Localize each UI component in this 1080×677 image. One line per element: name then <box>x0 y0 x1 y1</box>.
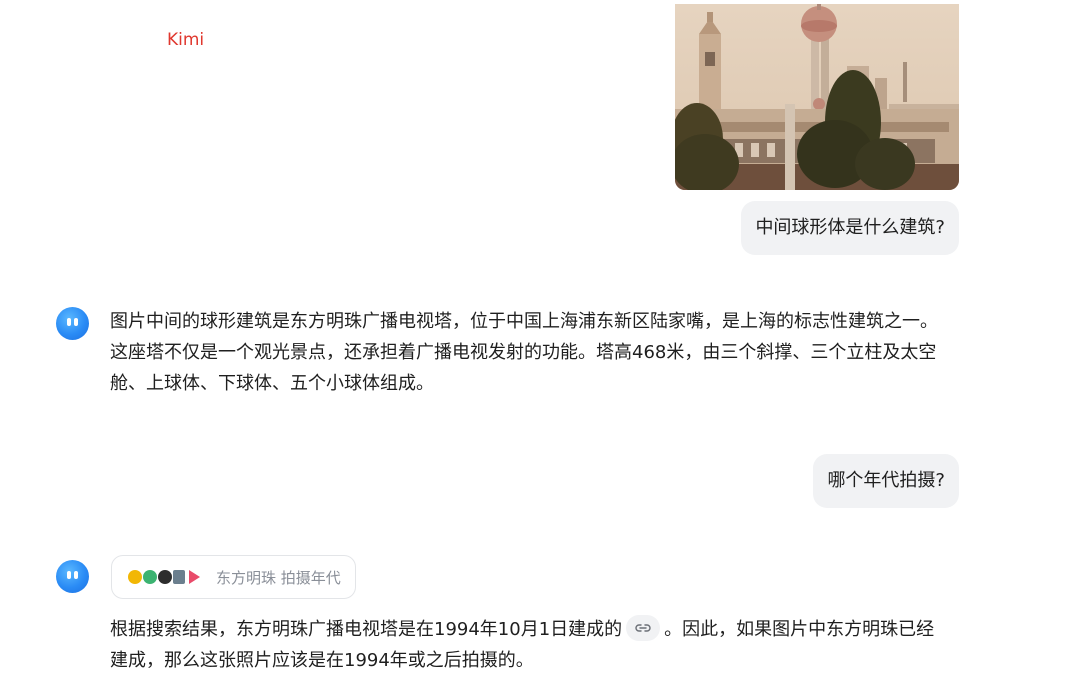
source-icon-1 <box>128 570 142 584</box>
chat-page: Kimi 中间球形体是什么建筑? 图片中间的球形建筑是东方明珠广播电视塔，位于中… <box>0 0 1080 677</box>
user-uploaded-photo[interactable] <box>675 4 959 190</box>
assistant-answer-1: 图片中间的球形建筑是东方明珠广播电视塔，位于中国上海浦东新区陆家嘴，是上海的标志… <box>110 311 938 394</box>
user-message-2: 哪个年代拍摄? <box>813 454 959 508</box>
source-icon-2 <box>143 570 157 584</box>
source-icon-3 <box>158 570 172 584</box>
brand-label: Kimi <box>167 30 205 50</box>
search-query-text: 东方明珠 拍摄年代 <box>216 568 341 587</box>
assistant-avatar-icon <box>56 560 89 593</box>
search-sources-chip[interactable]: 东方明珠 拍摄年代 <box>111 555 356 599</box>
answer-2-text-part1: 根据搜索结果，东方明珠广播电视塔是在1994年10月1日建成的 <box>110 619 623 640</box>
source-icons <box>128 570 200 584</box>
source-icon-5 <box>189 570 200 584</box>
user-message-1: 中间球形体是什么建筑? <box>741 201 959 255</box>
source-icon-4 <box>173 570 185 584</box>
assistant-avatar-icon <box>56 307 89 340</box>
link-icon[interactable] <box>626 615 661 641</box>
assistant-answer-2: 根据搜索结果，东方明珠广播电视塔是在1994年10月1日建成的 。因此，如果图片中… <box>110 614 950 676</box>
